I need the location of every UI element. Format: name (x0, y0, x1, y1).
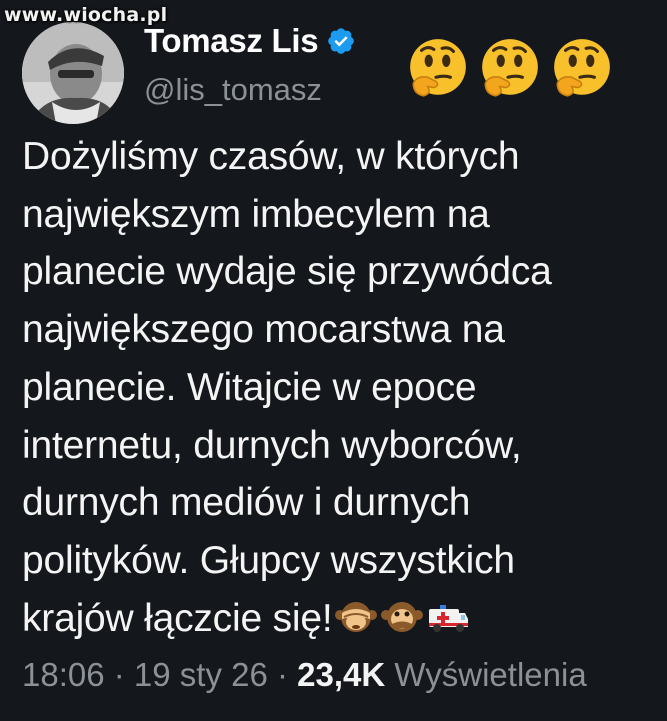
meta-separator: · (267, 656, 298, 693)
views-count: 23,4K (297, 656, 386, 693)
verified-badge-icon (326, 26, 356, 56)
avatar-photo (22, 22, 124, 124)
tweet-text-line: internetu, durnych wyborców, (22, 423, 522, 467)
tweet-text-line: polityków. Głupcy wszystkich (22, 538, 515, 582)
ambulance-icon (429, 604, 469, 632)
header-emoji-row (405, 36, 615, 102)
tweet-text-line: durnych mediów i durnych (22, 481, 471, 525)
thinking-face-icon (410, 39, 466, 97)
tweet-text-last-line: krajów łączcie się! (22, 590, 652, 648)
tweet-date[interactable]: 19 sty 26 (134, 656, 268, 693)
see-no-evil-monkey-icon (335, 601, 378, 632)
tweet-text: Dożyliśmy czasów, w których największym … (22, 128, 652, 647)
meta-separator: · (104, 656, 134, 693)
thinking-face-icon (482, 39, 538, 97)
tweet-text-line: największym imbecylem na (22, 192, 490, 236)
tweet-text-line: krajów łączcie się! (22, 596, 333, 640)
tweet-text-line: planecie. Witajcie w epoce (22, 365, 477, 409)
thinking-face-icon (554, 39, 610, 97)
author-handle[interactable]: @lis_tomasz (144, 72, 322, 108)
views-label: Wyświetlenia (385, 656, 587, 693)
tweet-text-line: największego mocarstwa na (22, 308, 505, 352)
author-display-name[interactable]: Tomasz Lis (144, 22, 319, 60)
speak-no-evil-monkey-icon (381, 601, 424, 632)
tweet-text-line: Dożyliśmy czasów, w których (22, 135, 520, 178)
site-watermark: www.wiocha.pl (4, 4, 168, 26)
avatar[interactable] (22, 22, 124, 124)
tweet-meta: 18:06 · 19 sty 26 · 23,4K Wyświetlenia (22, 656, 587, 694)
tweet-text-line: planecie wydaje się przywódca (22, 250, 552, 294)
author-name-row[interactable]: Tomasz Lis (144, 22, 356, 60)
tweet-emoji-group (334, 597, 470, 637)
tweet-card: www.wiocha.pl Tomasz Lis @lis_tomasz Doż… (0, 0, 667, 721)
tweet-time[interactable]: 18:06 (22, 656, 105, 693)
